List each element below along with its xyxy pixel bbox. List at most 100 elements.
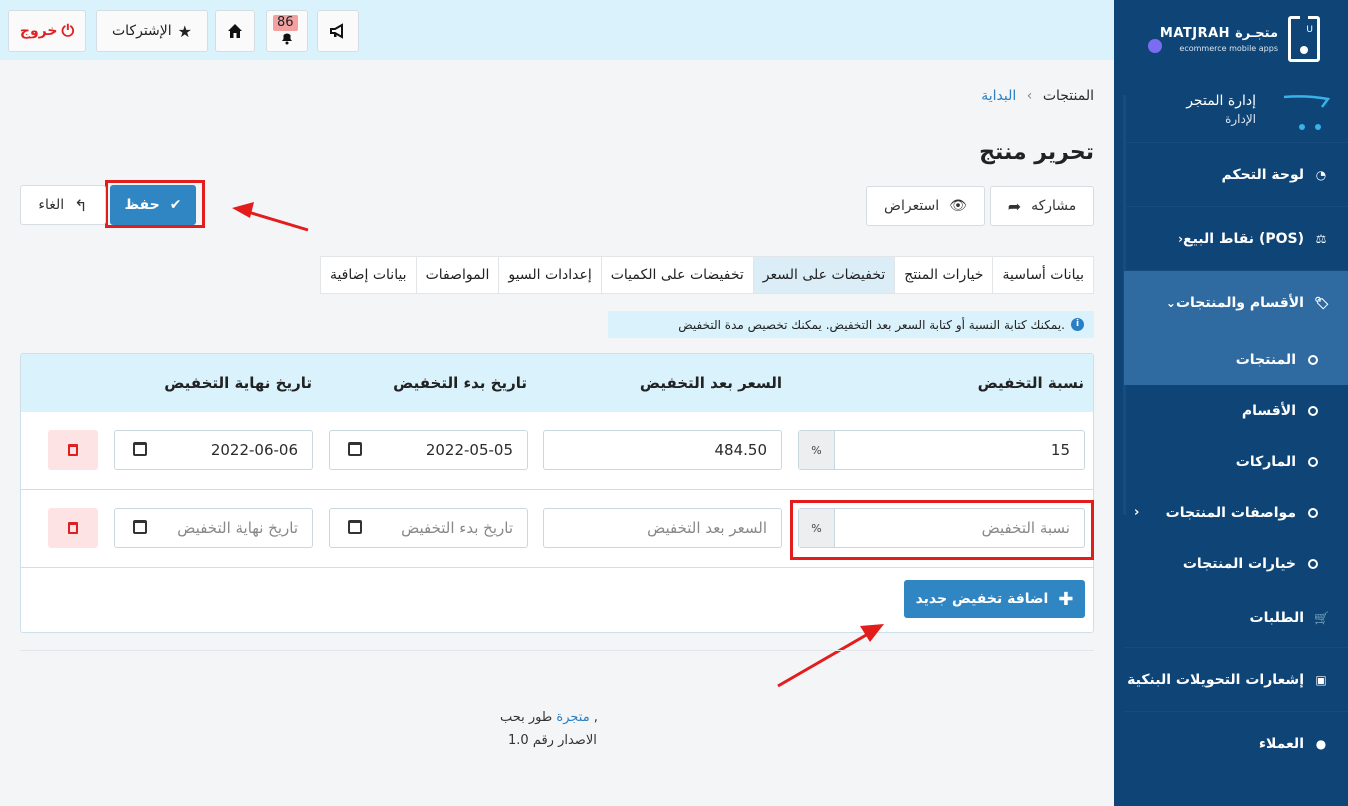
star-icon: ★ [177, 21, 192, 41]
sidebar-item-label: الأقسام [1241, 402, 1296, 419]
sidebar-item-label: إشعارات التحويلات البنكية [1127, 671, 1304, 688]
circle-icon [1308, 354, 1318, 365]
breadcrumb-home-link[interactable]: البداية [981, 88, 1016, 104]
announcements-button[interactable] [317, 10, 359, 52]
discount-percent-value: 15 [1050, 441, 1070, 459]
trash-icon [68, 522, 78, 534]
end-date-input[interactable]: تاريخ نهاية التخفيض [114, 508, 313, 548]
row-divider [21, 489, 1093, 490]
calendar-icon [348, 520, 362, 534]
sidebar-item-bank-transfers[interactable]: إشعارات التحويلات البنكية ▣ [1124, 647, 1348, 711]
back-arrow-icon: ↰ [74, 195, 88, 215]
end-date-input[interactable]: 2022-06-06 [114, 430, 313, 470]
share-button[interactable]: ➦ مشاركه [990, 186, 1094, 226]
sidebar-item-pos[interactable]: › نقاط البيع (POS) ⚖ [1124, 206, 1348, 270]
save-button[interactable]: حفظ ✔ [110, 185, 196, 225]
notifications-button[interactable]: 86 [266, 10, 308, 52]
sidebar-item-products[interactable]: المنتجات [1124, 334, 1348, 385]
eye-icon: 👁 [949, 198, 967, 214]
sidebar-item-label: المنتجات [1235, 351, 1296, 368]
store-subtitle: الإدارة [1225, 112, 1256, 126]
tab-label: إعدادات السيو [508, 267, 592, 283]
circle-icon [1308, 456, 1318, 467]
brand-tagline: ecommerce mobile apps [1179, 44, 1278, 53]
breadcrumb-current: المنتجات [1042, 88, 1094, 104]
delete-row-button[interactable] [48, 430, 98, 470]
tab-product-options[interactable]: خيارات المنتج [894, 257, 992, 293]
brand: U MATJRAH متجـرة ecommerce mobile apps [1114, 0, 1348, 85]
discount-percent-input[interactable]: % 15 [798, 430, 1085, 470]
sidebar-item-brands[interactable]: الماركات [1124, 436, 1348, 487]
sidebar-item-dashboard[interactable]: لوحة التحكم ◔ [1124, 142, 1348, 206]
plus-icon: ✚ [1058, 588, 1074, 610]
cancel-button[interactable]: الغاء ↰ [20, 185, 106, 225]
breadcrumb-separator-icon: › [1026, 88, 1033, 104]
store-header[interactable]: إدارة المتجر الإدارة [1124, 85, 1348, 140]
tab-label: بيانات إضافية [329, 267, 407, 283]
breadcrumb: المنتجات › البداية [981, 88, 1094, 104]
tab-basic-data[interactable]: بيانات أساسية [992, 257, 1093, 293]
subscriptions-button[interactable]: الإشتركات ★ [96, 10, 208, 52]
sidebar-nav: لوحة التحكم ◔ › نقاط البيع (POS) ⚖ ⌄ الأ… [1124, 142, 1348, 775]
chevron-right-icon: › [1134, 505, 1140, 520]
power-icon: ⏻ [61, 21, 75, 40]
top-bar: خروج ⏻ الإشتركات ★ 86 [0, 0, 1114, 60]
cart-icon: 🛒 [1314, 611, 1329, 625]
sidebar-item-label: الطلبات [1249, 610, 1304, 626]
sidebar-item-product-specs[interactable]: › مواصفات المنتجات [1124, 487, 1348, 538]
sidebar-item-categories-products[interactable]: ⌄ الأقسام والمنتجات 🏷 [1124, 270, 1348, 334]
sidebar-item-product-options[interactable]: خيارات المنتجات [1124, 538, 1348, 589]
circle-icon [1308, 405, 1318, 416]
footer-credit: متجرة طور بحب , [500, 710, 598, 725]
red-arrow-icon [777, 624, 884, 688]
preview-button[interactable]: استعراض 👁 [866, 186, 985, 226]
tab-label: المواصفات [425, 267, 490, 283]
calendar-icon [133, 442, 147, 456]
header-start-date: تاريخ بدء التخفيض [393, 374, 527, 392]
status-dot [1148, 39, 1162, 53]
page-title: تحرير منتج [979, 140, 1094, 165]
price-after-discount-input[interactable]: 484.50 [543, 430, 782, 470]
header-discount-percent: نسبة التخفيض [977, 374, 1084, 392]
sidebar-item-categories[interactable]: الأقسام [1124, 385, 1348, 436]
add-discount-button[interactable]: اضافة تخفيض جديد ✚ [904, 580, 1085, 618]
tab-label: خيارات المنتج [904, 267, 984, 283]
start-date-input[interactable]: 2022-05-05 [329, 430, 528, 470]
chevron-down-icon: ⌄ [1165, 295, 1176, 310]
tab-label: بيانات أساسية [1002, 267, 1084, 283]
info-text: يمكنك كتابة النسبة أو كتابة السعر بعد ال… [678, 317, 1065, 332]
start-date-input[interactable]: تاريخ بدء التخفيض [329, 508, 528, 548]
discount-percent-input[interactable]: % نسبة التخفيض [798, 508, 1085, 548]
tab-label: تخفيضات على السعر [762, 267, 886, 283]
add-discount-label: اضافة تخفيض جديد [915, 591, 1049, 607]
store-title: إدارة المتجر [1186, 93, 1256, 109]
share-label: مشاركه [1031, 198, 1077, 214]
notification-count-badge: 86 [273, 15, 298, 31]
tags-icon: 🏷 [1314, 295, 1330, 310]
info-alert: يمكنك كتابة النسبة أو كتابة السعر بعد ال… [608, 311, 1094, 338]
tab-price-discounts[interactable]: تخفيضات على السعر [752, 257, 895, 293]
price-after-discount-placeholder: السعر بعد التخفيض [647, 519, 767, 537]
calendar-icon [133, 520, 147, 534]
price-after-discount-input[interactable]: السعر بعد التخفيض [543, 508, 782, 548]
sidebar-item-customers[interactable]: العملاء ● [1124, 711, 1348, 775]
tab-extra-data[interactable]: بيانات إضافية [321, 257, 416, 293]
brand-logo-icon: U [1288, 16, 1320, 62]
preview-label: استعراض [884, 198, 940, 214]
sidebar-item-label: العملاء [1258, 735, 1304, 752]
delete-row-button[interactable] [48, 508, 98, 548]
store-logo-icon [1283, 95, 1330, 130]
price-after-discount-value: 484.50 [714, 441, 768, 459]
sidebar-item-label: نقاط البيع (POS) [1183, 230, 1304, 247]
footer-link[interactable]: متجرة [556, 710, 589, 725]
tab-specifications[interactable]: المواصفات [415, 257, 499, 293]
logout-button[interactable]: خروج ⏻ [8, 10, 86, 52]
tab-seo-settings[interactable]: إعدادات السيو [498, 257, 600, 293]
header-price-after: السعر بعد التخفيض [639, 374, 782, 392]
tab-quantity-discounts[interactable]: تخفيضات على الكميات [600, 257, 753, 293]
sidebar-item-label: خيارات المنتجات [1182, 555, 1296, 572]
percent-addon: % [799, 509, 835, 547]
money-icon: ▣ [1315, 672, 1327, 687]
sidebar-item-orders[interactable]: الطلبات 🛒 [1124, 589, 1348, 647]
home-button[interactable] [215, 10, 255, 52]
